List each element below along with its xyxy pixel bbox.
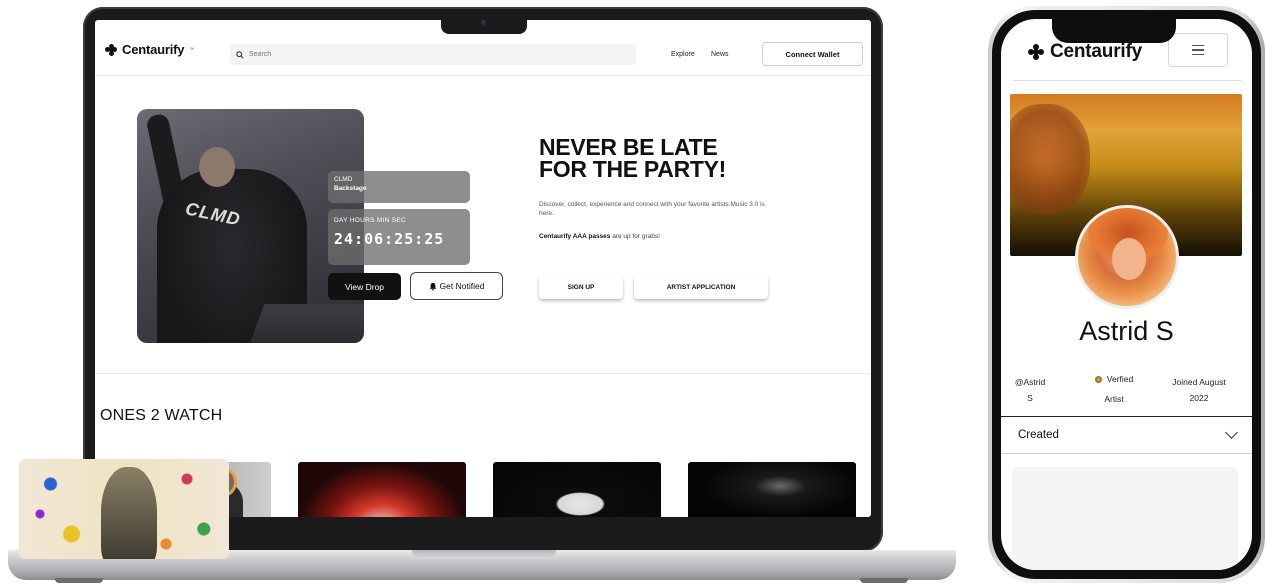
artist-card-3[interactable] [493,462,661,517]
artist-card-2[interactable] [298,462,466,517]
ones-2-watch-heading: ONES 2 WATCH [100,407,223,424]
hero-headline-line2: FOR THE PARTY! [539,156,727,182]
bell-icon [429,282,436,291]
search-input[interactable] [249,51,609,58]
view-drop-button[interactable]: View Drop [328,273,401,300]
connect-wallet-button[interactable]: Connect Wallet [762,42,863,66]
artist-application-button[interactable]: ARTIST APPLICATION [634,275,768,299]
search-icon [236,50,244,59]
get-notified-label: Get Notified [439,281,485,291]
artist-card-4[interactable] [688,462,856,517]
drop-title: Backstage [334,185,367,192]
drop-artist: CLMD [334,176,353,183]
centaurify-logo-icon [105,43,117,56]
drop-info-card: CLMD Backstage [328,171,470,203]
brand-name: Centaurify [122,42,185,57]
mobile-brand-name: Centaurify [1050,41,1142,62]
hero-headline: NEVER BE LATE FOR THE PARTY! [539,134,799,182]
brand-logo[interactable]: Centaurify ™ [105,42,194,57]
get-notified-button[interactable]: Get Notified [410,272,503,300]
camera-icon [481,20,486,25]
mobile-screen: Centaurify Astrid S @Astrid S Verfied Ar… [1001,19,1252,570]
countdown-labels: DAY HOURS MIN SEC [334,217,407,224]
passes-note-bold: Centaurify AAA passes [539,233,611,240]
passes-note-rest: are up for grabs! [610,233,660,240]
nav-link-news[interactable]: News [711,51,729,58]
hero-headline-line1: NEVER BE LATE [539,134,718,160]
joined-date: Joined August 2022 [1172,377,1226,403]
nft-card[interactable] [1012,467,1238,570]
artist-handle: @Astrid S [1014,377,1046,403]
header-divider [1013,80,1241,81]
nav-link-explore[interactable]: Explore [671,51,695,58]
countdown-timer: DAY HOURS MIN SEC 24:06:25:25 [328,209,470,265]
laptop-opening-groove [412,550,556,559]
hamburger-icon [1192,44,1204,47]
artist-name: Astrid S [1079,316,1174,346]
phone-notch [1052,17,1176,43]
search-bar[interactable] [230,44,636,65]
mobile-brand-logo[interactable]: Centaurify [1028,41,1142,63]
laptop-notch [441,16,527,34]
hero-description: Discover, collect, experience and connec… [539,201,765,217]
verified-badge: Verfied Artist [1081,371,1147,407]
section-divider [95,373,871,374]
desktop-screen: Centaurify ™ Explore News Connect Wallet… [95,20,871,517]
trademark-mark: ™ [189,46,195,53]
verified-icon [1094,376,1102,384]
signup-button[interactable]: SIGN UP [539,275,623,299]
chevron-down-icon [1225,426,1238,439]
passes-note: Centaurify AAA passes are up for grabs! [539,233,660,240]
created-filter-dropdown[interactable]: Created [1001,416,1252,454]
artist-avatar [1075,205,1179,309]
centaurify-logo-icon [1028,44,1044,60]
hamburger-menu-button[interactable] [1168,33,1228,67]
countdown-value: 24:06:25:25 [334,230,445,248]
dropdown-selected-value: Created [1018,429,1059,441]
nft-artwork-image[interactable] [19,459,229,559]
